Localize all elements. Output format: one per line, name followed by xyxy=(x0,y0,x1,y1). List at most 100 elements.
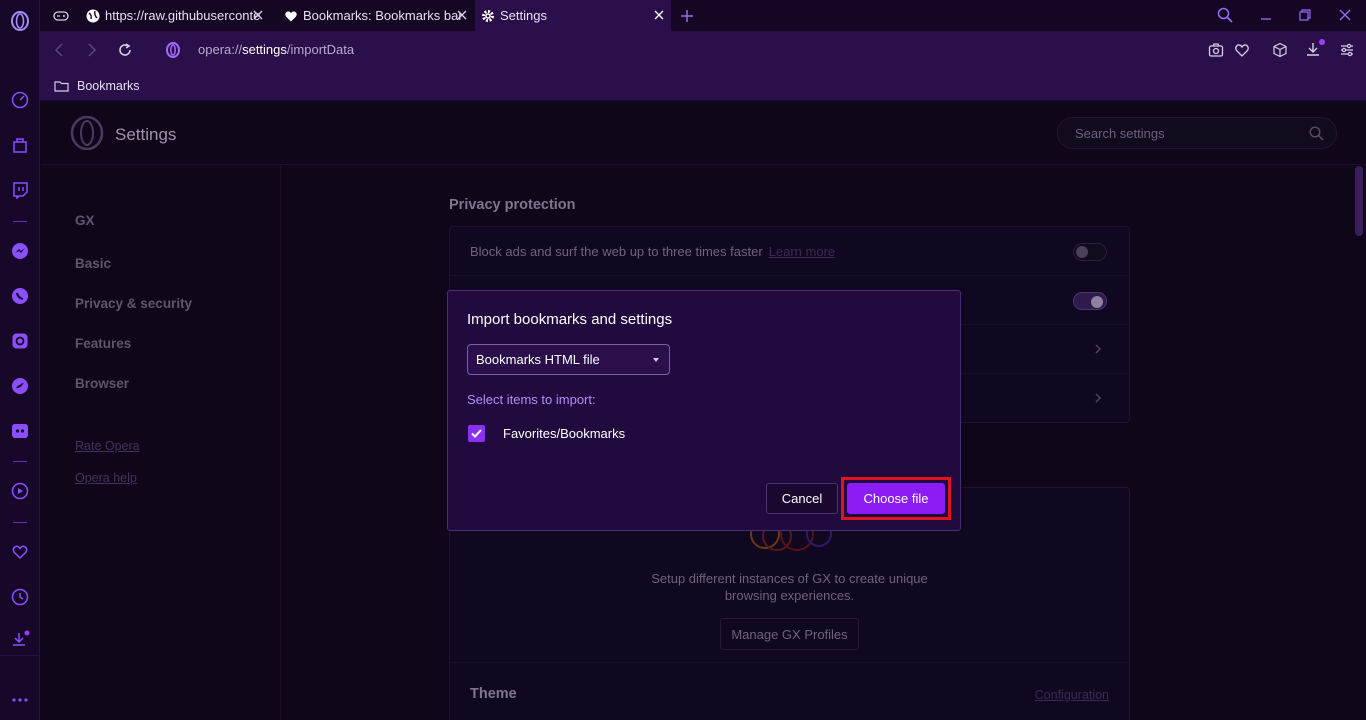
checkmark-icon xyxy=(471,429,482,438)
tab-github[interactable]: https://raw.githubuserconte xyxy=(80,0,270,31)
page-title: Settings xyxy=(115,125,177,144)
block-ads-text: Block ads and surf the web up to three t… xyxy=(470,244,835,259)
privacy-section-title: Privacy protection xyxy=(449,197,576,213)
reload-button[interactable] xyxy=(116,41,134,59)
opera-help-link[interactable]: Opera help xyxy=(75,471,137,485)
reload-icon xyxy=(119,43,131,56)
history-clock-icon[interactable] xyxy=(9,586,31,608)
tab-bookmarks[interactable]: Bookmarks: Bookmarks bar xyxy=(278,0,474,31)
settings-search-input[interactable]: Search settings xyxy=(1057,117,1337,149)
favorites-bookmarks-checkbox[interactable] xyxy=(468,425,485,442)
opera-logo-icon xyxy=(70,116,104,150)
dropdown-arrow-icon xyxy=(653,358,659,362)
new-tab-button[interactable] xyxy=(678,0,698,31)
opera-page-icon[interactable] xyxy=(164,41,182,59)
heart-icon xyxy=(285,10,297,21)
bookmarks-folder-label: Bookmarks xyxy=(77,79,140,93)
scrollbar[interactable] xyxy=(1355,166,1363,236)
tab-title: https://raw.githubuserconte xyxy=(105,8,260,23)
heart-icon[interactable] xyxy=(9,541,31,563)
camera-icon[interactable] xyxy=(1208,42,1224,58)
tab-title: Settings xyxy=(500,8,547,23)
arrow-left-icon xyxy=(54,43,63,57)
tab-settings[interactable]: Settings xyxy=(475,0,671,31)
url-path: /importData xyxy=(286,42,355,57)
more-icon[interactable] xyxy=(9,689,31,711)
block-ads-toggle[interactable] xyxy=(1073,243,1107,261)
checkbox-label: Favorites/Bookmarks xyxy=(503,426,626,441)
gear-icon xyxy=(482,9,494,22)
twitch-icon[interactable] xyxy=(9,179,31,201)
import-dialog: Import bookmarks and settings Bookmarks … xyxy=(447,290,961,531)
opera-logo-icon[interactable] xyxy=(9,10,31,32)
gx-desc-line-2: browsing experiences. xyxy=(724,588,855,603)
player-icon[interactable] xyxy=(9,480,31,502)
restore-icon[interactable] xyxy=(1298,8,1312,22)
gamepad-tab-icon[interactable] xyxy=(46,0,76,31)
gx-profiles-description: Setup different instances of GX to creat… xyxy=(450,570,1129,604)
tab-title: Bookmarks: Bookmarks bar xyxy=(303,8,461,23)
nav-privacy-security[interactable]: Privacy & security xyxy=(75,296,192,311)
url-field[interactable]: opera://settings/importData xyxy=(198,42,354,57)
discord-icon[interactable] xyxy=(9,420,31,442)
sidebar-separator xyxy=(13,522,27,523)
search-tabs-icon[interactable] xyxy=(1217,7,1233,23)
bookmarks-bar: Bookmarks xyxy=(40,70,1366,101)
url-prefix: opera:// xyxy=(198,42,243,57)
manage-gx-profiles-button[interactable]: Manage GX Profiles xyxy=(720,618,859,650)
forward-button[interactable] xyxy=(83,41,101,59)
choose-file-button[interactable]: Choose file xyxy=(847,483,945,514)
learn-more-link[interactable]: Learn more xyxy=(769,244,835,259)
url-host: settings xyxy=(242,42,287,57)
chevron-right-icon xyxy=(1095,344,1102,354)
enabled-toggle[interactable] xyxy=(1073,292,1107,310)
downloads-icon[interactable] xyxy=(9,629,31,651)
speedometer-icon[interactable] xyxy=(9,89,31,111)
close-icon[interactable] xyxy=(653,9,665,21)
theme-title: Theme xyxy=(470,686,517,702)
search-placeholder: Search settings xyxy=(1075,126,1165,141)
sidebar-separator xyxy=(13,221,27,222)
select-items-label: Select items to import: xyxy=(467,392,596,407)
instagram-icon[interactable] xyxy=(9,330,31,352)
rate-opera-link[interactable]: Rate Opera xyxy=(75,439,140,453)
close-icon[interactable] xyxy=(456,9,468,21)
import-source-select[interactable]: Bookmarks HTML file xyxy=(467,344,670,375)
bookmarks-folder[interactable]: Bookmarks xyxy=(54,76,140,96)
settings-header: Settings Search settings xyxy=(41,101,1366,165)
address-bar: opera://settings/importData xyxy=(40,31,1366,70)
nav-gx[interactable]: GX xyxy=(75,213,95,228)
import-source-value: Bookmarks HTML file xyxy=(476,352,600,367)
whatsapp-icon[interactable] xyxy=(9,285,31,307)
choose-file-highlight: Choose file xyxy=(841,477,951,520)
sidebar-separator xyxy=(13,461,27,462)
folder-icon xyxy=(54,81,69,92)
nav-basic[interactable]: Basic xyxy=(75,256,111,271)
chevron-right-icon xyxy=(1095,393,1102,403)
configuration-link[interactable]: Configuration xyxy=(1035,688,1109,702)
close-icon[interactable] xyxy=(252,9,264,21)
cancel-button[interactable]: Cancel xyxy=(766,483,838,514)
cube-icon[interactable] xyxy=(1272,42,1288,58)
back-button[interactable] xyxy=(50,41,68,59)
easy-setup-icon[interactable] xyxy=(1339,42,1355,58)
minimize-icon[interactable] xyxy=(1259,8,1273,22)
block-ads-row: Block ads and surf the web up to three t… xyxy=(450,227,1129,276)
block-ads-label: Block ads and surf the web up to three t… xyxy=(470,244,763,259)
nav-browser[interactable]: Browser xyxy=(75,376,129,391)
downloads-icon[interactable] xyxy=(1305,39,1327,59)
sidebar xyxy=(0,0,40,720)
nav-features[interactable]: Features xyxy=(75,336,131,351)
plus-icon xyxy=(681,9,693,22)
messenger-icon[interactable] xyxy=(9,240,31,262)
gx-corner-icon[interactable] xyxy=(9,134,31,156)
twitter-icon[interactable] xyxy=(9,375,31,397)
arrow-right-icon xyxy=(88,43,97,57)
gx-desc-line-1: Setup different instances of GX to creat… xyxy=(651,571,928,586)
close-window-icon[interactable] xyxy=(1338,8,1352,22)
globe-icon xyxy=(86,9,100,22)
search-icon xyxy=(1309,126,1324,141)
dialog-title: Import bookmarks and settings xyxy=(467,311,673,328)
tab-bar: https://raw.githubuserconte Bookmarks: B… xyxy=(40,0,1366,31)
heart-icon[interactable] xyxy=(1234,42,1250,58)
